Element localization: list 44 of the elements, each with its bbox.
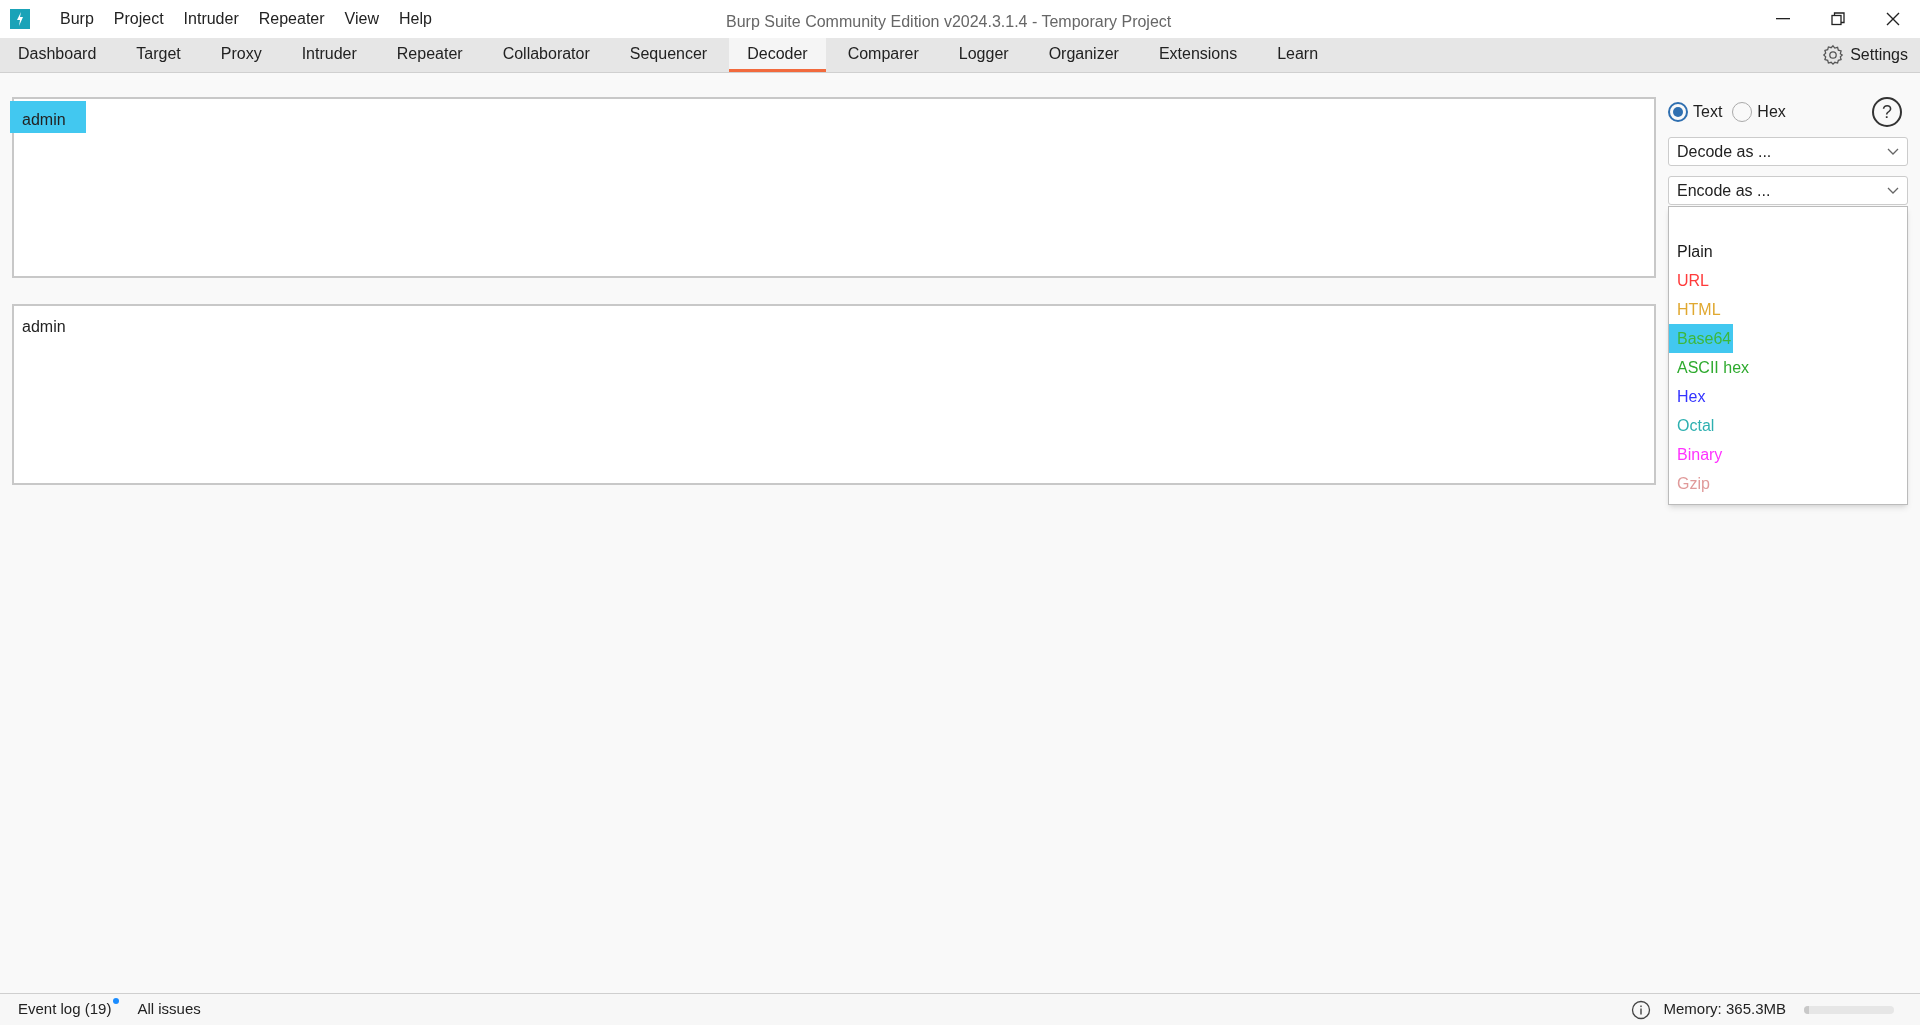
menu-option[interactable]: URL [1669, 266, 1907, 295]
encode-dropdown[interactable]: Encode as ... [1668, 176, 1908, 205]
help-button[interactable]: ? [1872, 97, 1902, 127]
tab[interactable]: Collaborator [484, 38, 608, 72]
tab[interactable]: Intruder [283, 38, 375, 72]
menu-item[interactable]: View [334, 7, 389, 31]
tab[interactable]: Sequencer [611, 38, 726, 72]
settings-icon [1822, 44, 1845, 66]
memory-usage: Memory: 365.3MB [1663, 999, 1786, 1020]
window-title: Burp Suite Community Edition v2024.3.1.4 - Temporary Project [726, 12, 1172, 32]
chevron-icon [1887, 186, 1899, 195]
decode-dropdown[interactable]: Decode as ... [1668, 137, 1908, 166]
tab[interactable]: Learn [1259, 38, 1337, 72]
tab[interactable]: Extensions [1140, 38, 1256, 72]
radio-button[interactable]: Text [1668, 100, 1723, 124]
event-log-tab[interactable]: Event log (19) [18, 998, 112, 1021]
tab[interactable]: Comparer [829, 38, 937, 72]
tab[interactable]: Repeater [378, 38, 481, 72]
app-logo-icon [10, 9, 30, 29]
restore-icon[interactable] [1830, 12, 1845, 26]
settings-button[interactable]: Settings [1822, 38, 1908, 72]
editor-panel[interactable]: admin [12, 97, 1656, 278]
editor-panel[interactable]: admin [12, 304, 1656, 485]
menu-item[interactable]: Help [388, 7, 442, 31]
minimize-icon[interactable] [1775, 18, 1790, 20]
radio-button[interactable]: Hex [1732, 100, 1786, 124]
menu-option[interactable]: Plain [1669, 237, 1907, 266]
tab[interactable]: Logger [940, 38, 1027, 72]
menu-option[interactable]: Hex [1669, 382, 1907, 411]
menu-item[interactable]: Intruder [173, 7, 249, 31]
menu-item[interactable]: Repeater [248, 7, 335, 31]
chevron-icon [1887, 147, 1899, 156]
all-issues-tab[interactable]: All issues [137, 998, 201, 1021]
tab[interactable]: Target [118, 38, 199, 72]
tab[interactable]: Decoder [729, 38, 826, 72]
tab[interactable]: Proxy [202, 38, 280, 72]
tab[interactable]: Dashboard [0, 38, 115, 72]
panel-text: admin [22, 317, 66, 337]
panel-text: admin [22, 110, 66, 130]
tab[interactable]: Organizer [1030, 38, 1137, 72]
menu-item[interactable]: Project [103, 7, 174, 31]
menu-item[interactable]: Burp [50, 7, 104, 31]
info-icon [1631, 999, 1652, 1020]
close-icon[interactable] [1885, 12, 1900, 26]
